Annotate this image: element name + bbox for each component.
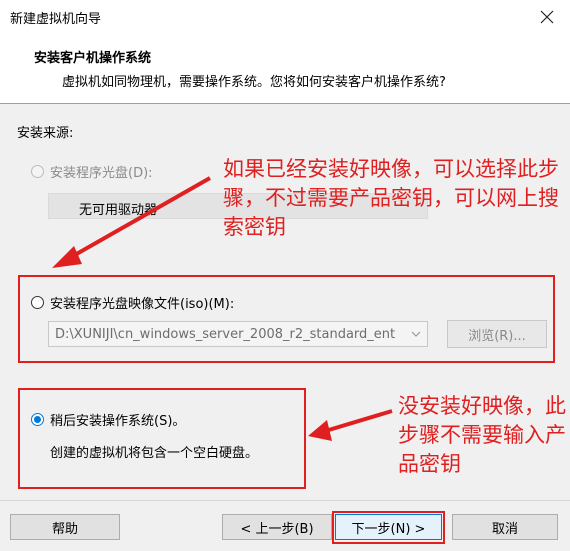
window-title: 新建虚拟机向导 bbox=[10, 12, 102, 27]
cancel-button[interactable]: 取消 bbox=[452, 514, 558, 540]
title-bar: 新建虚拟机向导 bbox=[0, 0, 570, 33]
arrow-to-iso-option bbox=[52, 176, 211, 268]
radio-label-cd: 安装程序光盘(D): bbox=[50, 166, 153, 181]
arrow-to-later-option bbox=[308, 409, 393, 441]
highlight-box-iso bbox=[18, 275, 555, 363]
page-title: 安装客户机操作系统 bbox=[34, 51, 152, 66]
help-button[interactable]: 帮助 bbox=[10, 514, 120, 540]
next-button[interactable]: 下一步(N) > bbox=[335, 514, 442, 540]
footer-divider bbox=[0, 500, 570, 501]
annotation-note-later: 没安装好映像，此步骤不需要输入产品密钥 bbox=[398, 394, 566, 476]
close-button[interactable] bbox=[532, 4, 562, 30]
radio-button-cd[interactable] bbox=[31, 165, 44, 178]
cd-drive-value: 无可用驱动器 bbox=[79, 203, 158, 218]
page-description: 虚拟机如同物理机，需要操作系统。您将如何安装客户机操作系统? bbox=[62, 75, 446, 90]
radio-install-cd[interactable]: 安装程序光盘(D): bbox=[31, 162, 153, 181]
close-icon bbox=[540, 10, 554, 24]
annotation-note-iso: 如果已经安装好映像，可以选择此步骤，不过需要产品密钥，可以网上搜索密钥 bbox=[223, 157, 559, 239]
wizard-header: 安装客户机操作系统 虚拟机如同物理机，需要操作系统。您将如何安装客户机操作系统? bbox=[0, 33, 570, 104]
highlight-box-later bbox=[18, 388, 306, 489]
install-source-label: 安装来源: bbox=[17, 126, 74, 141]
back-button[interactable]: < 上一步(B) bbox=[222, 514, 332, 540]
